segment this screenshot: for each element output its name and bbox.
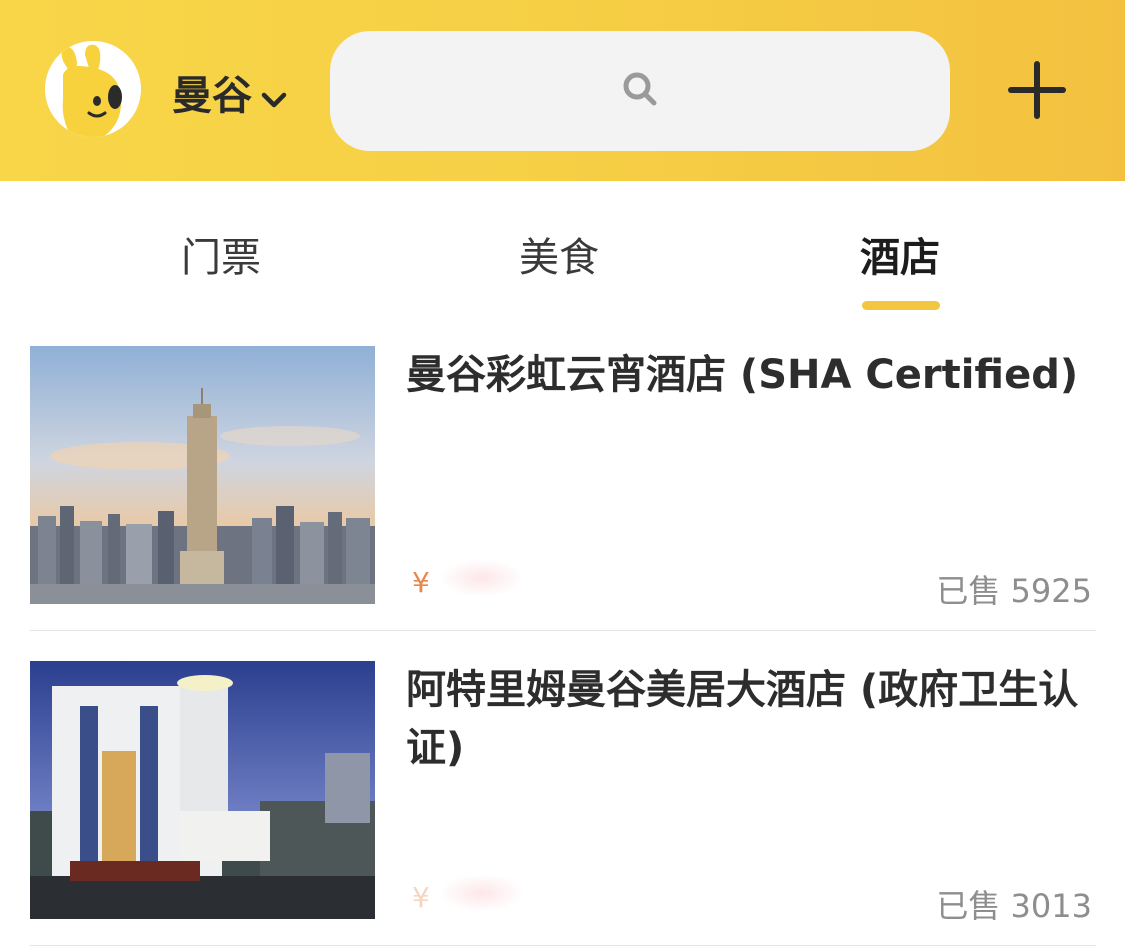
hotel-list-item[interactable]: 阿特里姆曼谷美居大酒店 (政府卫生认证) ¥ 已售 3013 xyxy=(30,661,1096,951)
tab-hotels[interactable]: 酒店 xyxy=(860,225,940,283)
hotel-photo xyxy=(30,661,375,919)
sold-count: 已售 3013 xyxy=(936,887,1092,925)
search-input[interactable] xyxy=(330,31,950,151)
city-label: 曼谷 xyxy=(172,73,252,119)
active-tab-indicator xyxy=(862,301,940,310)
hotel-name: 阿特里姆曼谷美居大酒店 (政府卫生认证) xyxy=(406,667,1079,771)
plus-icon xyxy=(1008,61,1066,119)
search-icon xyxy=(620,69,660,113)
price-symbol: ¥ xyxy=(412,566,430,599)
mascot-avatar-icon[interactable] xyxy=(45,41,141,137)
top-header: 曼谷 xyxy=(0,0,1125,181)
sold-count: 已售 5925 xyxy=(936,572,1092,610)
category-tabs: 门票 美食 酒店 xyxy=(0,181,1125,311)
price-blurred-value xyxy=(442,560,522,596)
chevron-down-icon xyxy=(260,78,288,108)
tab-food[interactable]: 美食 xyxy=(519,225,599,283)
hotel-name: 曼谷彩虹云宵酒店 (SHA Certified) xyxy=(406,352,1079,398)
add-button[interactable] xyxy=(1005,58,1069,122)
city-selector[interactable]: 曼谷 xyxy=(172,66,288,119)
tab-tickets[interactable]: 门票 xyxy=(181,225,261,283)
price-blurred-value xyxy=(442,875,522,911)
hotel-photo xyxy=(30,346,375,604)
hotel-list-item[interactable]: 曼谷彩虹云宵酒店 (SHA Certified) ¥ 已售 5925 xyxy=(30,346,1096,636)
price-symbol: ¥ xyxy=(412,881,430,914)
list-divider xyxy=(30,630,1096,631)
list-divider xyxy=(30,945,1096,946)
